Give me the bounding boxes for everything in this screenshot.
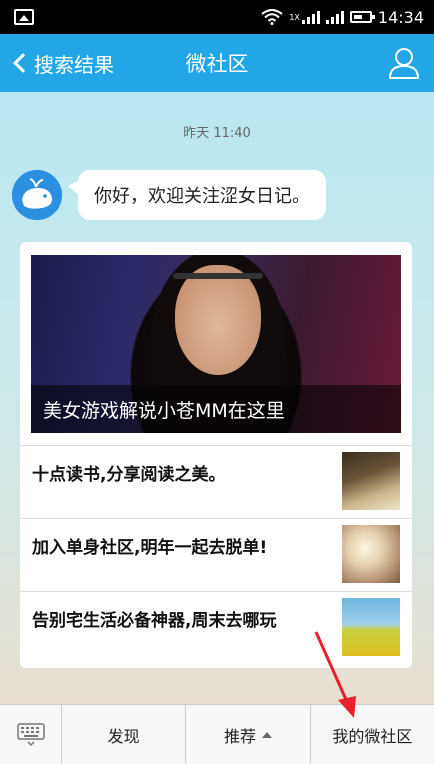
hero-caption: 美女游戏解说小苍MM在这里 <box>31 385 401 433</box>
clock: 14:34 <box>377 7 424 27</box>
wifi-icon <box>261 9 283 25</box>
user-profile-icon[interactable] <box>388 46 420 80</box>
hero-photo-face <box>175 265 261 375</box>
tab-recommend-label: 推荐 <box>223 726 256 746</box>
signal-icon <box>301 10 320 24</box>
greeting-message-bubble[interactable]: 你好，欢迎关注涩女日记。 <box>68 170 326 220</box>
back-button[interactable]: 搜索结果 <box>0 34 114 92</box>
tab-recommend[interactable]: 推荐 <box>186 705 311 764</box>
tab-my-community[interactable]: 我的微社区 <box>311 705 434 764</box>
header-bar: 搜索结果 微社区 <box>0 34 434 92</box>
news-item-title: 告别宅生活必备神器,周末去哪玩 <box>32 611 277 631</box>
news-card: 美女游戏解说小苍MM在这里 十点读书,分享阅读之美。 加入单身社区,明年一起去脱… <box>20 242 412 668</box>
greeting-text: 你好，欢迎关注涩女日记。 <box>94 186 310 207</box>
news-list-item[interactable]: 加入单身社区,明年一起去脱单! <box>20 518 412 590</box>
account-avatar[interactable] <box>12 170 62 220</box>
chevron-left-icon <box>13 53 33 73</box>
hero-photo-headband <box>173 273 263 279</box>
news-list-item[interactable]: 十点读书,分享阅读之美。 <box>20 445 412 517</box>
tab-my-community-label: 我的微社区 <box>332 726 413 746</box>
news-item-title: 十点读书,分享阅读之美。 <box>32 465 226 485</box>
news-list-item[interactable]: 告别宅生活必备神器,周末去哪玩 <box>20 591 412 663</box>
image-notification-icon <box>14 9 34 25</box>
message-timestamp: 昨天 11:40 <box>183 126 251 141</box>
back-label: 搜索结果 <box>34 52 114 77</box>
whale-logo-icon <box>12 170 62 220</box>
caret-up-icon <box>262 731 272 738</box>
chat-area[interactable]: 昨天 11:40 你好，欢迎关注涩女日记。 美女游戏解说小苍MM在这里 十点读书… <box>0 92 434 704</box>
book-thumbnail <box>342 452 400 510</box>
tab-discover[interactable]: 发现 <box>62 705 187 764</box>
keyboard-icon <box>16 722 45 746</box>
keyboard-toggle-button[interactable] <box>0 705 62 764</box>
news-item-title: 加入单身社区,明年一起去脱单! <box>32 538 268 558</box>
bottom-menu-bar: 发现 推荐 我的微社区 <box>0 704 434 764</box>
network-type-label: 1X <box>289 12 300 22</box>
battery-icon <box>349 11 375 23</box>
couple-thumbnail <box>342 525 400 583</box>
field-thumbnail <box>342 598 400 656</box>
status-bar: 1X 14:34 <box>0 0 434 34</box>
signal-icon-secondary <box>325 10 344 24</box>
tab-discover-label: 发现 <box>107 726 140 746</box>
hero-article[interactable]: 美女游戏解说小苍MM在这里 <box>31 255 401 433</box>
